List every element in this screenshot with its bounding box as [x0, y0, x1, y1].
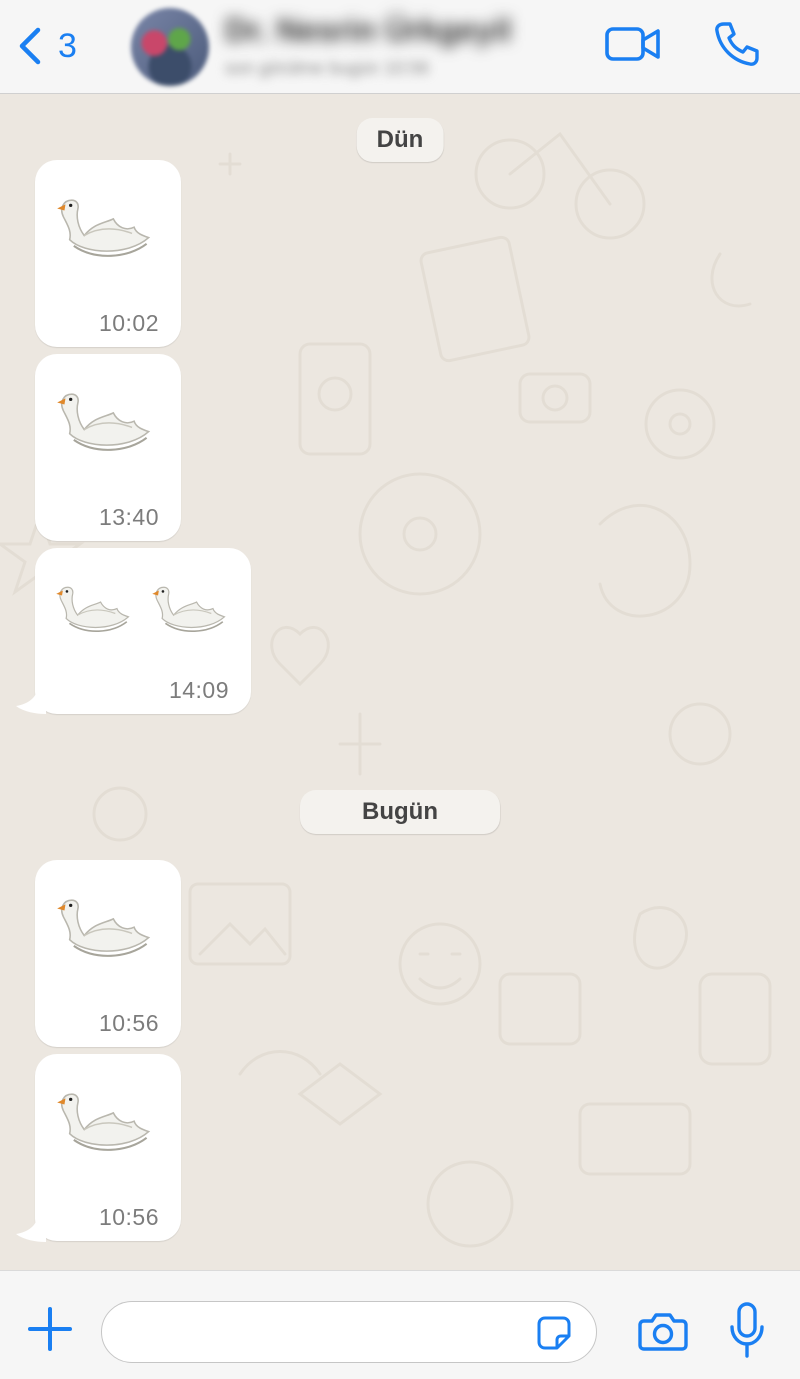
back-button[interactable]: 3	[16, 24, 77, 68]
add-attachment-button[interactable]	[26, 1305, 74, 1353]
message-time: 14:09	[168, 677, 229, 703]
message-time: 10:02	[98, 310, 159, 336]
sticker-button[interactable]	[536, 1315, 572, 1351]
phone-icon	[715, 22, 759, 66]
message-time: 10:56	[98, 1010, 159, 1036]
message-emoji	[53, 390, 157, 459]
voice-call-button[interactable]	[712, 20, 760, 68]
swan-emoji	[53, 390, 157, 459]
message-bubble[interactable]: 10:02	[35, 160, 181, 347]
message-input[interactable]	[101, 1301, 597, 1363]
message-time: 13:40	[98, 504, 159, 530]
swan-emoji	[53, 896, 157, 965]
message-bubble[interactable]: 10:56	[35, 860, 181, 1047]
chevron-left-icon	[19, 27, 41, 65]
message-bubble[interactable]: 13:40	[35, 354, 181, 541]
swan-emoji	[149, 584, 231, 640]
swan-emoji	[53, 584, 135, 640]
camera-icon	[638, 1313, 688, 1351]
bubble-tail	[16, 1216, 46, 1242]
microphone-icon	[730, 1302, 764, 1358]
message-bubble[interactable]: 14:09	[35, 548, 251, 714]
sticker-icon	[537, 1316, 571, 1350]
plus-icon	[28, 1307, 72, 1351]
voice-message-button[interactable]	[730, 1301, 764, 1359]
message-emoji	[53, 1090, 157, 1159]
chat-area[interactable]: Dün 10:02 13:40 14:09 Bugün 10:56 10:56	[0, 94, 800, 1270]
swan-emoji	[53, 196, 157, 265]
video-call-button[interactable]	[604, 24, 662, 64]
camera-button[interactable]	[638, 1311, 688, 1351]
message-emoji	[53, 584, 231, 640]
avatar[interactable]	[131, 8, 209, 86]
message-emoji	[53, 896, 157, 965]
unread-count: 3	[58, 26, 77, 65]
message-time: 10:56	[98, 1204, 159, 1230]
contact-status: son görülme bugün 10:56	[225, 58, 430, 78]
swan-emoji	[53, 1090, 157, 1159]
date-separator: Bugün	[300, 790, 500, 834]
date-separator: Dün	[356, 118, 444, 162]
video-camera-icon	[605, 27, 660, 61]
composer-bar	[0, 1270, 800, 1379]
chat-header: 3 Dr. Nesrin Ürkgeyil son görülme bugün …	[0, 0, 800, 94]
contact-name[interactable]: Dr. Nesrin Ürkgeyil	[225, 12, 511, 49]
message-emoji	[53, 196, 157, 265]
bubble-tail	[16, 688, 46, 714]
message-bubble[interactable]: 10:56	[35, 1054, 181, 1241]
